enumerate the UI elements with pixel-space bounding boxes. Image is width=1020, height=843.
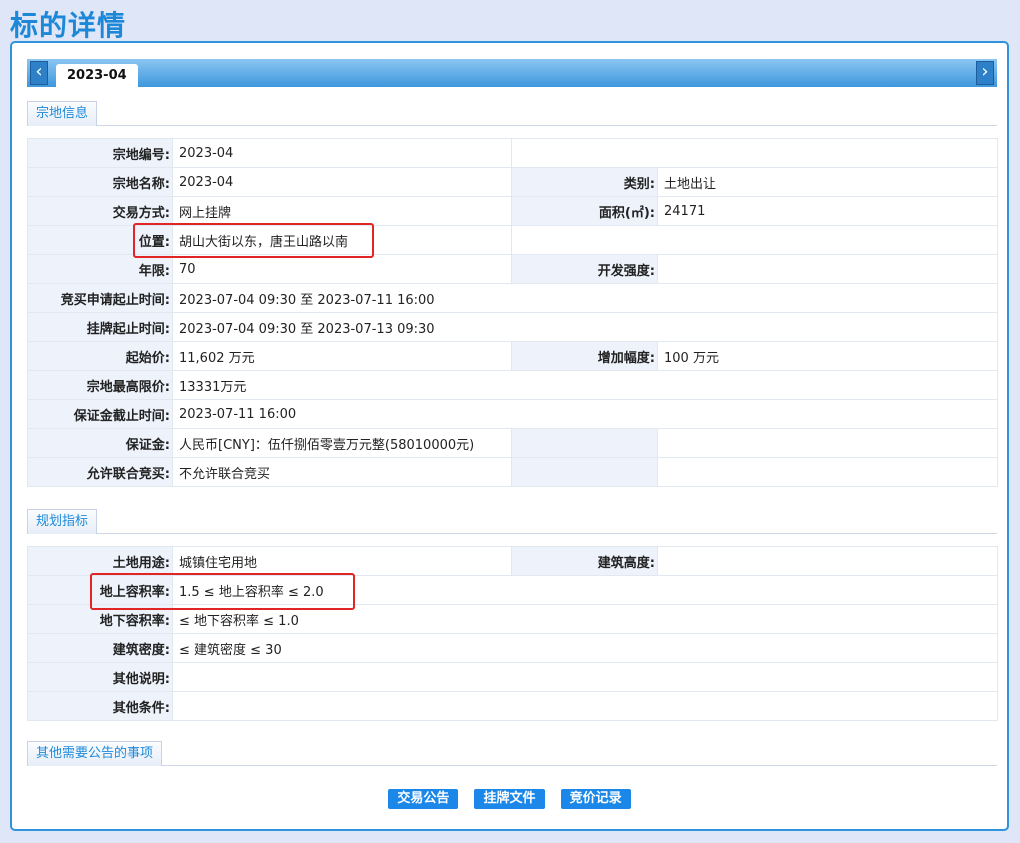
table-row: 保证金: 人民币[CNY]：伍仟捌佰零壹万元整(58010000元) [27,428,998,458]
location-label: 位置: [27,225,173,255]
land-info-section-header: 宗地信息 [27,101,997,126]
years-value: 70 [172,254,512,284]
table-row: 保证金截止时间: 2023-07-11 16:00 [27,399,998,429]
far-below-value: ≤ 地下容积率 ≤ 1.0 [172,604,998,634]
increment-value: 100 万元 [657,341,998,371]
far-above-label: 地上容积率: [27,575,173,605]
other-section-header: 其他需要公告的事项 [27,741,997,766]
table-row: 挂牌起止时间: 2023-07-04 09:30 至 2023-07-13 09… [27,312,998,342]
listing-period-label: 挂牌起止时间: [27,312,173,342]
empty-cell [657,457,998,487]
table-row: 地上容积率: 1.5 ≤ 地上容积率 ≤ 2.0 [27,575,998,605]
tab-2023-04[interactable]: 2023-04 [56,64,138,87]
trade-mode-value: 网上挂牌 [172,196,512,226]
planning-section-header: 规划指标 [27,509,997,534]
page-title: 标的详情 [10,9,127,42]
dev-intensity-label: 开发强度: [511,254,658,284]
deposit-label: 保证金: [27,428,173,458]
table-row: 年限: 70 开发强度: [27,254,998,284]
trade-mode-label: 交易方式: [27,196,173,226]
land-info-section-tab[interactable]: 宗地信息 [27,101,98,126]
announcement-button[interactable]: 交易公告 [388,789,459,809]
other-conditions-label: 其他条件: [27,691,173,721]
listing-docs-button[interactable]: 挂牌文件 [474,789,545,809]
chevron-right-icon[interactable]: › [976,61,994,85]
parcel-name-value: 2023-04 [172,167,512,197]
empty-cell [511,428,658,458]
listing-period-value: 2023-07-04 09:30 至 2023-07-13 09:30 [172,312,998,342]
empty-cell [511,138,998,168]
building-height-value [657,546,998,576]
action-buttons: 交易公告 挂牌文件 竞价记录 [12,789,1007,809]
max-price-label: 宗地最高限价: [27,370,173,400]
table-row: 其他条件: [27,691,998,721]
start-price-value: 11,602 万元 [172,341,512,371]
location-value: 胡山大街以东，唐王山路以南 [172,225,512,255]
other-notes-label: 其他说明: [27,662,173,692]
chevron-left-icon[interactable]: ‹ [30,61,48,85]
land-info-table: 宗地编号: 2023-04 宗地名称: 2023-04 类别: 土地出让 交易方… [27,138,998,487]
table-row: 宗地最高限价: 13331万元 [27,370,998,400]
parcel-no-label: 宗地编号: [27,138,173,168]
bid-records-button[interactable]: 竞价记录 [560,789,631,809]
other-section-tab[interactable]: 其他需要公告的事项 [27,741,163,766]
parcel-no-value: 2023-04 [172,138,512,168]
table-row: 其他说明: [27,662,998,692]
category-value: 土地出让 [657,167,998,197]
start-price-label: 起始价: [27,341,173,371]
deposit-deadline-label: 保证金截止时间: [27,399,173,429]
other-conditions-value [172,691,998,721]
other-notes-value [172,662,998,692]
far-below-label: 地下容积率: [27,604,173,634]
max-price-value: 13331万元 [172,370,998,400]
joint-bid-value: 不允许联合竞买 [172,457,512,487]
empty-cell [657,428,998,458]
deposit-value: 人民币[CNY]：伍仟捌佰零壹万元整(58010000元) [172,428,512,458]
parcel-name-label: 宗地名称: [27,167,173,197]
table-row: 土地用途: 城镇住宅用地 建筑高度: [27,546,998,576]
land-use-value: 城镇住宅用地 [172,546,512,576]
far-above-value: 1.5 ≤ 地上容积率 ≤ 2.0 [172,575,998,605]
increment-label: 增加幅度: [511,341,658,371]
deposit-deadline-value: 2023-07-11 16:00 [172,399,998,429]
tab-bar: ‹ 2023-04 › [27,59,997,87]
area-value: 24171 [657,196,998,226]
area-label: 面积(㎡): [511,196,658,226]
dev-intensity-value [657,254,998,284]
planning-table: 土地用途: 城镇住宅用地 建筑高度: 地上容积率: 1.5 ≤ 地上容积率 ≤ … [27,546,998,721]
table-row: 建筑密度: ≤ 建筑密度 ≤ 30 [27,633,998,663]
detail-panel: ‹ 2023-04 › 宗地信息 宗地编号: 2023-04 宗地名称: 202… [10,41,1009,831]
table-row: 起始价: 11,602 万元 增加幅度: 100 万元 [27,341,998,371]
table-row: 允许联合竞买: 不允许联合竞买 [27,457,998,487]
planning-section-tab[interactable]: 规划指标 [27,509,98,534]
density-label: 建筑密度: [27,633,173,663]
table-row: 宗地名称: 2023-04 类别: 土地出让 [27,167,998,197]
joint-bid-label: 允许联合竞买: [27,457,173,487]
apply-period-value: 2023-07-04 09:30 至 2023-07-11 16:00 [172,283,998,313]
table-row: 地下容积率: ≤ 地下容积率 ≤ 1.0 [27,604,998,634]
table-row: 位置: 胡山大街以东，唐王山路以南 [27,225,998,255]
apply-period-label: 竞买申请起止时间: [27,283,173,313]
table-row: 宗地编号: 2023-04 [27,138,998,168]
years-label: 年限: [27,254,173,284]
empty-cell [511,457,658,487]
building-height-label: 建筑高度: [511,546,658,576]
empty-cell [511,225,998,255]
table-row: 竞买申请起止时间: 2023-07-04 09:30 至 2023-07-11 … [27,283,998,313]
table-row: 交易方式: 网上挂牌 面积(㎡): 24171 [27,196,998,226]
density-value: ≤ 建筑密度 ≤ 30 [172,633,998,663]
land-use-label: 土地用途: [27,546,173,576]
category-label: 类别: [511,167,658,197]
